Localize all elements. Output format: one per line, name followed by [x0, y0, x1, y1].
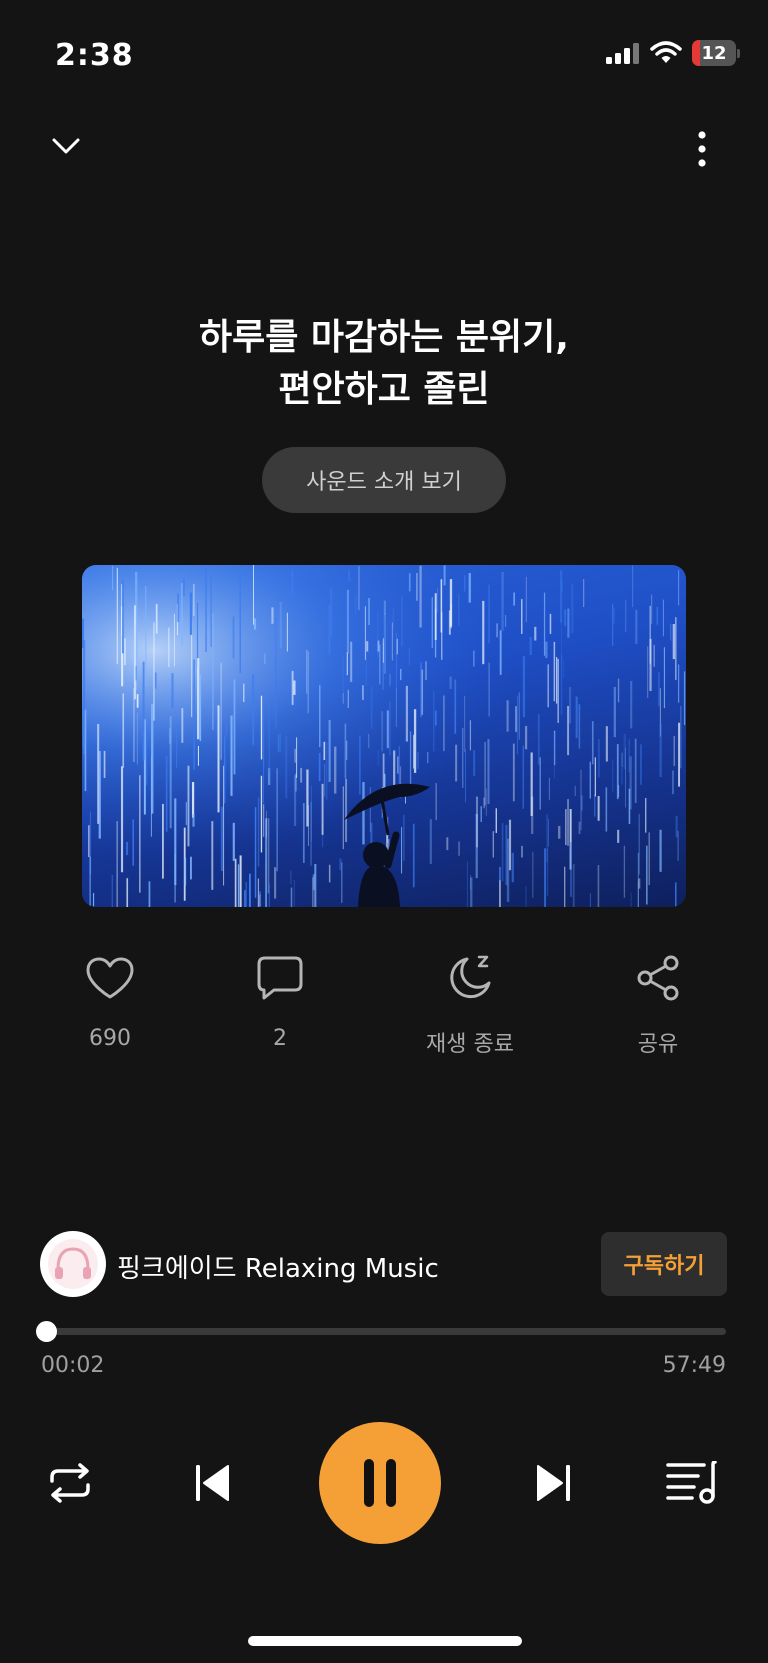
comment-icon: [257, 956, 303, 1000]
current-time: 00:02: [41, 1353, 105, 1378]
like-button[interactable]: 690: [30, 950, 190, 1051]
more-vertical-icon: [698, 131, 706, 167]
playlist-icon: [666, 1461, 717, 1504]
album-artwork: [82, 565, 686, 907]
sleep-timer-button[interactable]: 재생 종료: [390, 950, 550, 1058]
share-button[interactable]: 공유: [578, 950, 738, 1058]
battery-icon: 12: [692, 40, 740, 66]
channel-avatar[interactable]: [40, 1231, 106, 1297]
next-icon: [537, 1465, 570, 1501]
pause-icon: [364, 1459, 396, 1507]
sleep-timer-icon: [450, 955, 491, 999]
heart-icon: [86, 957, 134, 999]
status-time: 2:38: [55, 38, 134, 73]
previous-button[interactable]: [182, 1458, 242, 1508]
cellular-signal-icon: [606, 43, 639, 64]
status-icons: 12: [606, 40, 740, 66]
sleep-timer-label: 재생 종료: [426, 1032, 514, 1057]
comment-count: 2: [273, 1026, 287, 1051]
track-title-line2: 편안하고 졸린: [278, 369, 490, 410]
track-title: 하루를 마감하는 분위기, 편안하고 졸린: [0, 312, 768, 416]
repeat-icon: [50, 1463, 90, 1503]
share-icon: [637, 955, 679, 1001]
chevron-down-icon: [52, 138, 80, 154]
pause-button[interactable]: [319, 1422, 441, 1544]
home-indicator: [248, 1636, 522, 1646]
battery-level: 12: [701, 42, 727, 64]
previous-icon: [196, 1465, 229, 1501]
subscribe-button[interactable]: 구독하기: [601, 1232, 727, 1296]
progress-track[interactable]: [46, 1328, 726, 1335]
channel-name[interactable]: 핑크에이드 Relaxing Music: [117, 1248, 439, 1285]
total-time: 57:49: [662, 1353, 726, 1378]
next-button[interactable]: [524, 1458, 584, 1508]
comment-button[interactable]: 2: [200, 950, 360, 1051]
headphones-logo-icon: [48, 1239, 98, 1289]
collapse-button[interactable]: [42, 126, 90, 166]
share-label: 공유: [637, 1032, 679, 1057]
wifi-icon: [650, 41, 682, 63]
sound-intro-button[interactable]: 사운드 소개 보기: [262, 447, 506, 513]
progress-thumb[interactable]: [36, 1321, 58, 1342]
more-button[interactable]: [682, 124, 722, 174]
repeat-button[interactable]: [40, 1458, 100, 1508]
track-title-line1: 하루를 마감하는 분위기,: [199, 317, 569, 358]
like-count: 690: [89, 1026, 131, 1051]
playlist-button[interactable]: [662, 1458, 722, 1508]
